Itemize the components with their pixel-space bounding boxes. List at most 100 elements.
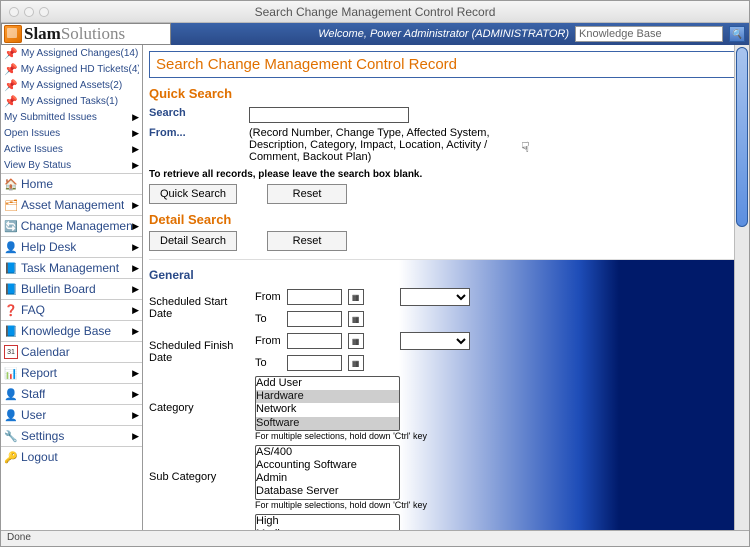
pin-icon: 📌 bbox=[4, 94, 18, 108]
search-hint: (Record Number, Change Type, Affected Sy… bbox=[249, 125, 499, 165]
status-bar: Done bbox=[1, 530, 749, 546]
quick-search-button[interactable]: Quick Search bbox=[149, 184, 237, 204]
calendar-icon[interactable]: ▦ bbox=[348, 333, 364, 349]
caret-right-icon: ▶ bbox=[132, 160, 139, 171]
sidebar-main-item[interactable]: 👤User ▶ bbox=[1, 404, 142, 425]
sidebar-item-label: Logout bbox=[21, 450, 58, 464]
caret-right-icon: ▶ bbox=[132, 144, 139, 155]
sidebar-main-item[interactable]: 🏠Home bbox=[1, 173, 142, 194]
category-select[interactable]: Add UserHardwareNetworkSoftware bbox=[255, 376, 400, 431]
quick-reset-button[interactable]: Reset bbox=[267, 184, 347, 204]
sched-finish-label: Scheduled Finish Date bbox=[149, 330, 255, 374]
scrollbar-thumb[interactable] bbox=[736, 47, 748, 227]
sidebar-main-item[interactable]: 👤Staff▶ bbox=[1, 383, 142, 404]
sidebar-item-label: My Assigned Tasks(1) bbox=[21, 96, 118, 107]
subcategory-select[interactable]: AS/400Accounting SoftwareAdminDatabase S… bbox=[255, 445, 400, 500]
sidebar-item-label: View By Status bbox=[4, 160, 71, 171]
sidebar-quick-item[interactable]: View By Status ▶ bbox=[1, 157, 142, 173]
calendar-icon: 31 bbox=[4, 345, 18, 359]
sidebar-main-item[interactable]: 👤Help Desk ▶ bbox=[1, 236, 142, 257]
key-icon: 🔑 bbox=[4, 450, 18, 464]
sidebar-item-label: My Assigned HD Tickets(4) bbox=[21, 64, 139, 75]
sidebar-quick-item[interactable]: Active Issues▶ bbox=[1, 141, 142, 157]
category-label: Category bbox=[149, 374, 255, 443]
sched-start-label: Scheduled Start Date bbox=[149, 286, 255, 330]
sidebar-quick-item[interactable]: 📌My Assigned Assets(2) bbox=[1, 77, 142, 93]
sched-start-from-input[interactable] bbox=[287, 289, 342, 305]
sidebar-main-item[interactable]: 🔧Settings▶ bbox=[1, 425, 142, 446]
pin-icon: 📌 bbox=[4, 62, 18, 76]
caret-right-icon: ▶ bbox=[132, 242, 139, 253]
detail-reset-button[interactable]: Reset bbox=[267, 231, 347, 251]
stack-icon: 🗂 bbox=[4, 198, 18, 212]
sidebar-item-label: Asset Management bbox=[21, 198, 124, 212]
window-title: Search Change Management Control Record bbox=[1, 5, 749, 19]
pin-icon: 📌 bbox=[4, 78, 18, 92]
detail-search-heading: Detail Search bbox=[149, 212, 741, 227]
sidebar-quick-item[interactable]: 📌My Assigned Changes(14) bbox=[1, 45, 142, 61]
from-label: From... bbox=[149, 125, 249, 165]
person-icon: 👤 bbox=[4, 387, 18, 401]
sidebar-item-label: Knowledge Base bbox=[21, 324, 111, 338]
sidebar-item-label: Help Desk bbox=[21, 240, 76, 254]
multi-hint: For multiple selections, hold down 'Ctrl… bbox=[255, 500, 470, 510]
sidebar-main-item[interactable]: 🔑Logout bbox=[1, 446, 142, 467]
from-label-1: From bbox=[255, 286, 287, 308]
from-label-2: From bbox=[255, 330, 287, 352]
sched-finish-to-input[interactable] bbox=[287, 355, 342, 371]
sidebar-item-label: Calendar bbox=[21, 345, 70, 359]
sched-start-from-select[interactable] bbox=[400, 288, 470, 306]
sched-start-to-input[interactable] bbox=[287, 311, 342, 327]
calendar-icon[interactable]: ▦ bbox=[348, 289, 364, 305]
caret-right-icon: ▶ bbox=[132, 326, 139, 337]
impact-select[interactable]: HighMediumLow bbox=[255, 514, 400, 531]
sidebar-item-label: Bulletin Board bbox=[21, 282, 96, 296]
person-icon: 👤 bbox=[4, 408, 18, 422]
kb-search-button[interactable]: 🔍 bbox=[729, 26, 745, 42]
sidebar-main-item[interactable]: ❓FAQ▶ bbox=[1, 299, 142, 320]
kb-search-input[interactable] bbox=[575, 26, 723, 42]
doc-icon: 📘 bbox=[4, 324, 18, 338]
sched-finish-from-select[interactable] bbox=[400, 332, 470, 350]
calendar-icon[interactable]: ▦ bbox=[348, 355, 364, 371]
to-label-2: To bbox=[255, 352, 287, 374]
quick-search-heading: Quick Search bbox=[149, 86, 741, 101]
sidebar-quick-item[interactable]: 📌My Assigned HD Tickets(4) bbox=[1, 61, 142, 77]
logo-text: SlamSolutions bbox=[24, 24, 125, 44]
sidebar-main-item[interactable]: 📊Report▶ bbox=[1, 362, 142, 383]
sidebar-item-label: My Submitted Issues bbox=[4, 112, 97, 123]
sidebar-quick-item[interactable]: 📌My Assigned Tasks(1) bbox=[1, 93, 142, 109]
caret-right-icon: ▶ bbox=[132, 112, 139, 123]
sidebar-quick-item[interactable]: My Submitted Issues ▶ bbox=[1, 109, 142, 125]
sidebar-main-item[interactable]: 🔄Change Management▶ bbox=[1, 215, 142, 236]
sidebar-quick-item[interactable]: Open Issues▶ bbox=[1, 125, 142, 141]
doc-icon: 📘 bbox=[4, 282, 18, 296]
caret-right-icon: ▶ bbox=[132, 410, 139, 421]
search-note: To retrieve all records, please leave th… bbox=[149, 169, 741, 180]
vertical-scrollbar[interactable] bbox=[734, 45, 749, 530]
report-icon: 📊 bbox=[4, 366, 18, 380]
sidebar-main-item[interactable]: 📘Bulletin Board▶ bbox=[1, 278, 142, 299]
sidebar-main-item[interactable]: 31Calendar bbox=[1, 341, 142, 362]
home-icon: 🏠 bbox=[4, 177, 18, 191]
calendar-icon[interactable]: ▦ bbox=[348, 311, 364, 327]
status-text: Done bbox=[7, 532, 31, 543]
sidebar-main-item[interactable]: 📘Knowledge Base ▶ bbox=[1, 320, 142, 341]
sidebar-item-label: Home bbox=[21, 177, 53, 191]
general-heading: General bbox=[149, 268, 741, 282]
sidebar-item-label: My Assigned Assets(2) bbox=[21, 80, 122, 91]
logo-icon bbox=[4, 25, 22, 43]
caret-right-icon: ▶ bbox=[132, 200, 139, 211]
quick-search-input[interactable] bbox=[249, 107, 409, 123]
search-icon: 🔍 bbox=[731, 29, 742, 40]
help-icon: 👤 bbox=[4, 240, 18, 254]
sidebar-item-label: User bbox=[21, 408, 46, 422]
sidebar: 📌My Assigned Changes(14)📌My Assigned HD … bbox=[1, 45, 143, 530]
caret-right-icon: ▶ bbox=[132, 431, 139, 442]
sidebar-main-item[interactable]: 📘Task Management▶ bbox=[1, 257, 142, 278]
detail-search-button[interactable]: Detail Search bbox=[149, 231, 237, 251]
sched-finish-from-input[interactable] bbox=[287, 333, 342, 349]
to-label-1: To bbox=[255, 308, 287, 330]
caret-right-icon: ▶ bbox=[132, 263, 139, 274]
sidebar-main-item[interactable]: 🗂Asset Management ▶ bbox=[1, 194, 142, 215]
